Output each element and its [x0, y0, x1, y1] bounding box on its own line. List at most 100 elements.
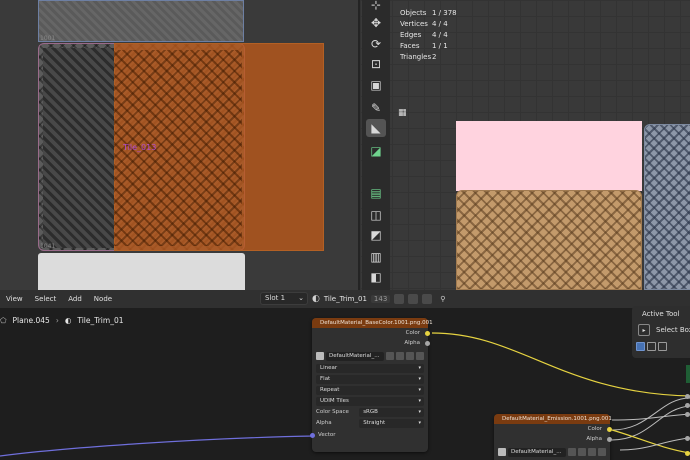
alpha-mode-property: Alpha Straight ▾ [316, 419, 424, 428]
socket-input[interactable] [685, 451, 690, 456]
color-space-property: Color Space sRGB ▾ [316, 408, 424, 417]
image-texture-node-emission[interactable]: DefaultMaterial_Emission.1001.png.001 Co… [494, 414, 612, 460]
breadcrumb-object[interactable]: Plane.045 [13, 316, 50, 325]
socket-input[interactable] [685, 412, 690, 417]
uv-tile-bottom [38, 253, 245, 290]
duplicate-icon[interactable] [578, 448, 586, 456]
stat-row: Faces 1 / 1 [400, 42, 448, 50]
link-gray-2[interactable] [611, 405, 690, 441]
annotate-tool-icon[interactable]: ✎ [366, 99, 386, 117]
link-vector[interactable] [0, 435, 316, 457]
bevel-tool-icon[interactable]: ◩ [366, 226, 386, 244]
gray-mesh-face[interactable] [644, 124, 690, 290]
alpha-output-socket[interactable] [607, 436, 612, 442]
projection-dropdown[interactable]: Flat ▾ [316, 375, 424, 384]
color-space-dropdown[interactable]: sRGB ▾ [359, 408, 424, 417]
stat-row: Triangles 2 [400, 53, 437, 61]
transform-tool-icon[interactable]: ▣ [366, 76, 386, 94]
selection-mode-group [636, 342, 667, 351]
material-user-count[interactable]: 143 [370, 294, 391, 303]
fake-user-shield-icon[interactable] [394, 293, 405, 304]
image-browse-icon[interactable] [316, 352, 324, 360]
vector-input-socket[interactable] [310, 432, 315, 438]
menu-select[interactable]: Select [29, 295, 63, 303]
object-mesh-icon: ⬠ [0, 316, 7, 325]
socket-input[interactable] [685, 394, 690, 399]
uv-tile-number-top: 1001 [40, 35, 56, 42]
image-browse-icon[interactable] [498, 448, 506, 456]
mode-subtract-icon[interactable] [658, 342, 667, 351]
material-name-field[interactable]: Tile_Trim_01 [324, 295, 367, 303]
rotate-tool-icon[interactable]: ⟳ [366, 35, 386, 53]
textured-mesh-face[interactable] [456, 190, 642, 290]
color-output-socket[interactable] [607, 426, 612, 432]
image-selector[interactable]: DefaultMaterial_... [316, 350, 424, 362]
interpolation-dropdown[interactable]: Linear ▾ [316, 364, 424, 373]
material-sphere-icon: ◐ [64, 316, 72, 325]
move-tool-icon[interactable]: ✥ [366, 14, 386, 32]
image-selector[interactable]: DefaultMaterial_... [498, 446, 606, 458]
source-dropdown[interactable]: UDIM Tiles ▾ [316, 397, 424, 406]
image-name-field[interactable]: DefaultMaterial_... [326, 351, 384, 361]
uv-tile-top [38, 0, 244, 42]
mode-extend-icon[interactable] [647, 342, 656, 351]
menu-view[interactable]: View [0, 295, 29, 303]
measure-tool-icon[interactable]: ◣ [366, 119, 386, 137]
close-icon[interactable] [416, 352, 424, 360]
cursor-tool-icon[interactable]: ⊹ [366, 0, 386, 14]
output-color: Color [494, 424, 612, 434]
mode-new-icon[interactable] [636, 342, 645, 351]
3d-viewport[interactable]: ⊹ ✥ ⟳ ⊡ ▣ ✎ ◣ ◪ ▤ ◫ ◩ ▥ ◧ Objects 1 / 378… [358, 0, 690, 290]
select-box-tool[interactable]: ▸ Select Box [638, 324, 690, 336]
open-folder-icon[interactable] [406, 352, 414, 360]
pink-mesh-face[interactable] [456, 121, 642, 191]
socket-input[interactable] [685, 436, 690, 441]
output-alpha: Alpha [312, 338, 430, 348]
material-sphere-icon[interactable]: ◐ [312, 294, 320, 304]
stat-row: Edges 4 / 4 [400, 31, 448, 39]
breadcrumb-material[interactable]: Tile_Trim_01 [77, 316, 123, 325]
link-gray-3[interactable] [611, 413, 690, 421]
menu-add[interactable]: Add [62, 295, 88, 303]
stat-row: Objects 1 / 378 [400, 9, 457, 17]
uv-tile-label: Tile_013 [123, 143, 157, 152]
add-cube-tool-icon[interactable]: ◪ [366, 142, 386, 160]
uv-tile-number-bottom: 1041 [40, 243, 56, 250]
chevron-down-icon: ▾ [418, 387, 421, 393]
extrude-tool-icon[interactable]: ▤ [366, 184, 386, 202]
extension-dropdown[interactable]: Repeat ▾ [316, 386, 424, 395]
chevron-down-icon: ▾ [418, 409, 421, 415]
chevron-down-icon: ▾ [418, 365, 421, 371]
socket-input[interactable] [685, 403, 690, 408]
color-output-socket[interactable] [425, 330, 430, 336]
link-gray-1[interactable] [611, 397, 690, 431]
unlink-icon[interactable] [422, 293, 433, 304]
open-folder-icon[interactable] [588, 448, 596, 456]
inset-tool-icon[interactable]: ◫ [366, 206, 386, 224]
fake-user-shield-icon[interactable] [386, 352, 394, 360]
node-canvas[interactable]: ⬠ Plane.045 › ◐ Tile_Trim_01 DefaultMate… [0, 308, 690, 460]
image-name-field[interactable]: DefaultMaterial_... [508, 447, 566, 457]
alpha-output-socket[interactable] [425, 340, 430, 346]
node-title[interactable]: DefaultMaterial_Emission.1001.png.001 [494, 414, 612, 424]
chevron-down-icon: ⌄ [298, 294, 304, 302]
stat-row: Vertices 4 / 4 [400, 20, 448, 28]
uv-editor[interactable]: 1001 Tile_013 1041 [0, 0, 358, 290]
node-title[interactable]: DefaultMaterial_BaseColor.1001.png.001 [312, 318, 433, 328]
menu-node[interactable]: Node [88, 295, 118, 303]
knife-tool-icon[interactable]: ◧ [366, 268, 386, 286]
duplicate-icon[interactable] [396, 352, 404, 360]
active-tool-title: Active Tool [642, 310, 680, 318]
close-icon[interactable] [598, 448, 606, 456]
breadcrumb-separator-icon: › [55, 316, 59, 325]
slot-dropdown[interactable]: Slot 1 ⌄ [260, 292, 308, 305]
scale-tool-icon[interactable]: ⊡ [366, 55, 386, 73]
pin-icon[interactable]: ⚲ [440, 295, 445, 303]
fake-user-shield-icon[interactable] [568, 448, 576, 456]
clapper-icon[interactable]: ▦ [398, 108, 408, 118]
material-selector[interactable]: ◐ Tile_Trim_01 143 ⚲ [312, 292, 445, 305]
alpha-mode-dropdown[interactable]: Straight ▾ [359, 419, 424, 428]
image-texture-node-basecolor[interactable]: DefaultMaterial_BaseColor.1001.png.001 C… [310, 318, 433, 452]
duplicate-icon[interactable] [408, 293, 419, 304]
loop-cut-tool-icon[interactable]: ▥ [366, 248, 386, 266]
